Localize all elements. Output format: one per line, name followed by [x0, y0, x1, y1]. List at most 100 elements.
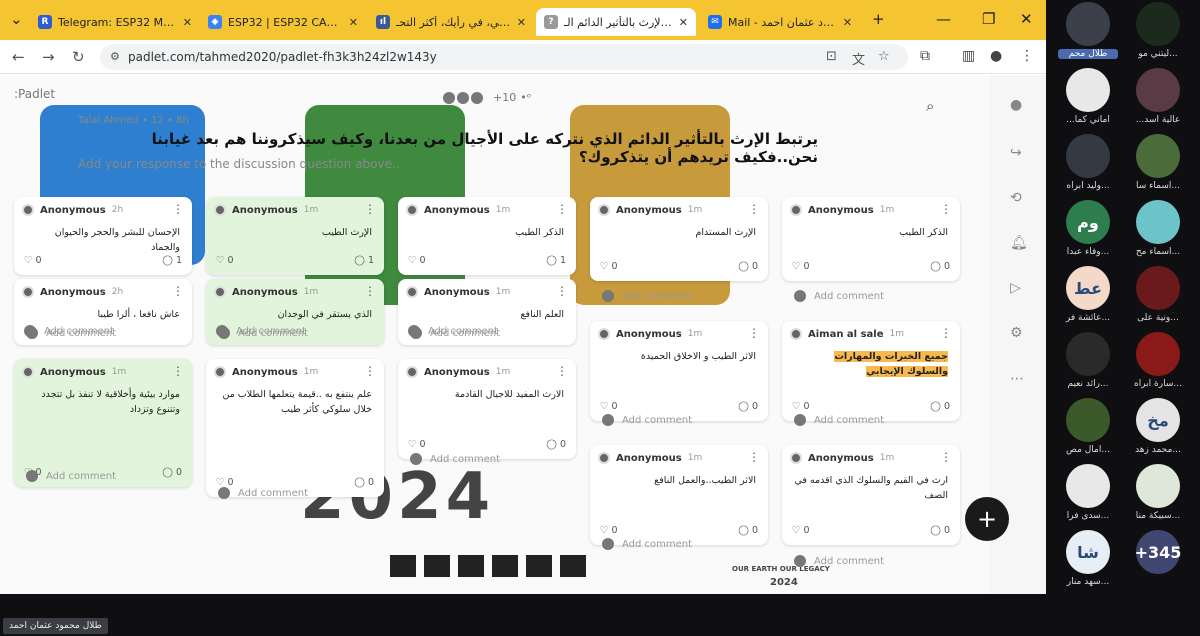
- sidepanel-icon[interactable]: ▥: [962, 48, 975, 64]
- comment-button[interactable]: ◯ 0: [738, 401, 758, 412]
- post-menu-icon[interactable]: ⋮: [172, 364, 184, 378]
- comment-button[interactable]: ◯ 0: [162, 467, 182, 478]
- post-menu-icon[interactable]: ⋮: [556, 284, 568, 298]
- add-comment[interactable]: Add comment: [602, 414, 692, 426]
- like-button[interactable]: ♡ 0: [216, 255, 234, 266]
- post-menu-icon[interactable]: ⋮: [364, 202, 376, 216]
- post-menu-icon[interactable]: ⋮: [940, 202, 952, 216]
- close-tab-icon[interactable]: ✕: [517, 16, 526, 29]
- post-card[interactable]: Anonymous 1m ⋮ ارث في القيم والسلوك الذي…: [782, 445, 960, 545]
- participant-tile[interactable]: مخ ...محمد زهد: [1128, 398, 1188, 455]
- visitor-avatars[interactable]: +10 •ᵒ: [443, 91, 531, 104]
- post-menu-icon[interactable]: ⋮: [748, 450, 760, 464]
- comment-button[interactable]: ◯ 0: [930, 261, 950, 272]
- browser-tab[interactable]: ✉ Mail - محمود عثمان احمد ✕: [700, 8, 860, 36]
- post-menu-icon[interactable]: ⋮: [364, 364, 376, 378]
- browser-tab[interactable]: ◆ ESP32 | ESP32 CAM Take ✕: [200, 8, 366, 36]
- install-icon[interactable]: ⊡: [826, 49, 837, 64]
- comment-button[interactable]: ◯ 1: [162, 255, 182, 266]
- close-tab-icon[interactable]: ✕: [349, 16, 358, 29]
- bookmark-star-icon[interactable]: ☆: [878, 49, 890, 64]
- settings-gear-icon[interactable]: ⚙: [1010, 325, 1023, 341]
- participant-tile[interactable]: ...سبيكة منا: [1128, 464, 1188, 521]
- user-avatar-icon[interactable]: ●: [1010, 97, 1022, 113]
- add-comment[interactable]: Add comment: [26, 470, 116, 482]
- share-icon[interactable]: ↪: [1010, 145, 1022, 161]
- post-card[interactable]: Anonymous 1m ⋮ الإرث المستدام ♡ 0 ◯ 0: [590, 197, 768, 281]
- add-comment[interactable]: Add comment: [410, 327, 500, 339]
- post-card[interactable]: Anonymous 1m ⋮ الاثر الطيب و الاخلاق الح…: [590, 321, 768, 421]
- bell-icon[interactable]: 🔔︎: [1010, 235, 1028, 251]
- post-card[interactable]: Anonymous 1m ⋮ الارث المفيد للاجيال القا…: [398, 359, 576, 459]
- add-comment[interactable]: Add comment: [794, 414, 884, 426]
- participant-tile[interactable]: ...ليتني مو: [1128, 2, 1188, 59]
- post-menu-icon[interactable]: ⋮: [940, 326, 952, 340]
- participant-tile[interactable]: اماني كما...: [1058, 68, 1118, 125]
- post-menu-icon[interactable]: ⋮: [748, 202, 760, 216]
- search-icon[interactable]: ⌕: [926, 97, 934, 115]
- address-bar[interactable]: ⚙ padlet.com/tahmed2020/padlet-fh3k3h24z…: [100, 44, 908, 70]
- post-card[interactable]: Anonymous 2h ⋮ الإحسان للبشر والحجر والح…: [14, 197, 192, 275]
- browser-tab[interactable]: R Telegram: ESP32 Motion ✕: [30, 8, 200, 36]
- post-card[interactable]: Anonymous 1m ⋮ الإرث الطيب ♡ 0 ◯ 1: [206, 197, 384, 275]
- more-icon[interactable]: ⋯: [1010, 371, 1024, 387]
- response-placeholder[interactable]: Add your response to the discussion ques…: [78, 157, 400, 171]
- participant-tile[interactable]: ...اسماء مح: [1128, 200, 1188, 257]
- post-menu-icon[interactable]: ⋮: [172, 202, 184, 216]
- like-button[interactable]: ♡ 0: [792, 525, 810, 536]
- post-menu-icon[interactable]: ⋮: [364, 284, 376, 298]
- add-comment[interactable]: Add comment: [26, 327, 116, 339]
- like-button[interactable]: ♡ 0: [24, 255, 42, 266]
- add-comment[interactable]: Add comment: [602, 290, 692, 302]
- comment-button[interactable]: ◯ 0: [546, 439, 566, 450]
- add-post-button[interactable]: +: [965, 497, 1009, 541]
- post-menu-icon[interactable]: ⋮: [556, 202, 568, 216]
- translate-icon[interactable]: 文: [852, 49, 865, 68]
- like-button[interactable]: ♡ 0: [600, 261, 618, 272]
- add-comment[interactable]: Add comment: [794, 290, 884, 302]
- add-comment[interactable]: Add comment: [602, 538, 692, 550]
- add-comment[interactable]: Add comment: [218, 327, 308, 339]
- post-menu-icon[interactable]: ⋮: [172, 284, 184, 298]
- post-menu-icon[interactable]: ⋮: [940, 450, 952, 464]
- post-card[interactable]: Anonymous 1m ⋮ الذكر الطيب ♡ 0 ◯ 0: [782, 197, 960, 281]
- more-participants[interactable]: +345: [1128, 530, 1188, 577]
- participant-tile[interactable]: طلال محم: [1058, 2, 1118, 59]
- like-button[interactable]: ♡ 0: [408, 255, 426, 266]
- post-card[interactable]: Anonymous 1m ⋮ موارد بيئية وأخلاقية لا ت…: [14, 359, 192, 487]
- minimize-button[interactable]: —: [936, 10, 951, 28]
- participant-tile[interactable]: ...رائد نعيم: [1058, 332, 1118, 389]
- post-card[interactable]: Anonymous 1m ⋮ الذكر الطيب ♡ 0 ◯ 1: [398, 197, 576, 275]
- comment-button[interactable]: ◯ 1: [354, 255, 374, 266]
- add-comment[interactable]: Add comment: [218, 487, 308, 499]
- comment-button[interactable]: ◯ 0: [354, 477, 374, 488]
- participant-tile[interactable]: عالية اسد...: [1128, 68, 1188, 125]
- profile-icon[interactable]: ●: [990, 48, 1002, 64]
- participant-tile[interactable]: ...سدى فرا: [1058, 464, 1118, 521]
- add-comment[interactable]: Add comment: [410, 453, 500, 465]
- remake-icon[interactable]: ⟲: [1010, 190, 1022, 206]
- browser-tab[interactable]: ? يرتبط الإرث بالتأثير الدائم الـ ✕: [536, 8, 696, 36]
- tab-search-icon[interactable]: ⌄: [10, 10, 23, 28]
- post-menu-icon[interactable]: ⋮: [556, 364, 568, 378]
- forward-icon[interactable]: →: [42, 48, 55, 66]
- site-info-icon[interactable]: ⚙: [110, 50, 120, 63]
- comment-button[interactable]: ◯ 0: [930, 525, 950, 536]
- new-tab-button[interactable]: +: [872, 10, 885, 28]
- post-card[interactable]: Anonymous 1m ⋮ الاثر الطيب..والعمل الناف…: [590, 445, 768, 545]
- comment-button[interactable]: ◯ 0: [738, 525, 758, 536]
- close-tab-icon[interactable]: ✕: [183, 16, 192, 29]
- post-card[interactable]: Aiman al sale 1m ⋮ جميع الخبرات والمهارا…: [782, 321, 960, 421]
- participant-tile[interactable]: وم ...وفاء عبدا: [1058, 200, 1118, 257]
- comment-button[interactable]: ◯ 0: [930, 401, 950, 412]
- close-tab-icon[interactable]: ✕: [679, 16, 688, 29]
- restore-button[interactable]: ❐: [982, 10, 995, 28]
- browser-tab[interactable]: ıl ما هي، في رأيك، أكثر التحـ ✕: [368, 8, 534, 36]
- add-comment[interactable]: Add comment: [794, 555, 884, 567]
- extensions-icon[interactable]: ⧉: [920, 48, 930, 64]
- like-button[interactable]: ♡ 0: [600, 525, 618, 536]
- menu-icon[interactable]: ⋮: [1020, 48, 1034, 64]
- reload-icon[interactable]: ↻: [72, 48, 85, 66]
- participant-tile[interactable]: ...اسماء سا: [1128, 134, 1188, 191]
- participant-tile[interactable]: ...آمال مص: [1058, 398, 1118, 455]
